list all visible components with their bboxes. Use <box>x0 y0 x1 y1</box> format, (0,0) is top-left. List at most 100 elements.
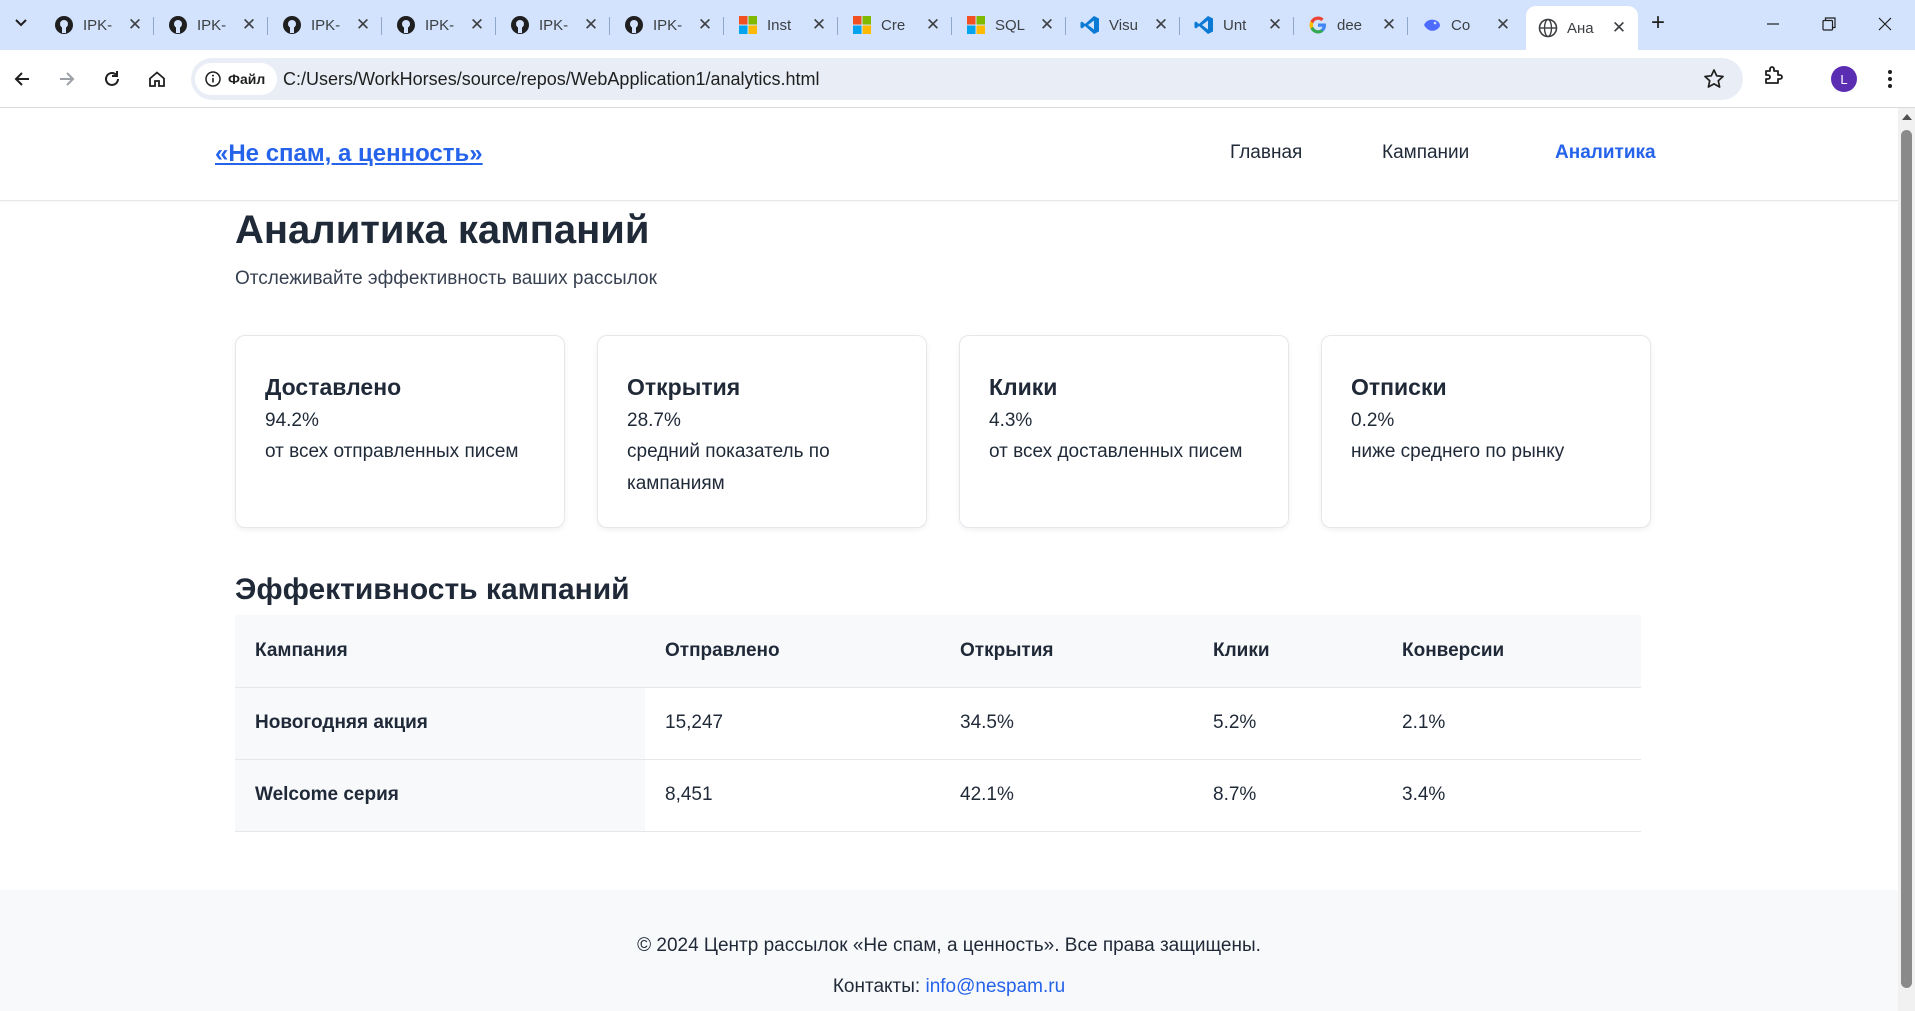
table-row: Welcome серия 8,451 42.1% 8.7% 3.4% <box>235 759 1641 832</box>
stat-card-delivered: Доставлено 94.2% от всех отправленных пи… <box>235 335 565 528</box>
campaign-performance-table: Кампания Отправлено Открытия Клики Конве… <box>235 615 1641 832</box>
stat-description: ниже среднего по рынку <box>1351 441 1565 462</box>
browser-tab[interactable]: Cre ✕ <box>840 6 952 44</box>
profile-avatar[interactable]: L <box>1831 66 1857 92</box>
conversions-cell: 2.1% <box>1382 687 1641 760</box>
close-icon[interactable]: ✕ <box>1152 15 1170 35</box>
reload-icon <box>105 71 119 86</box>
vscode-icon <box>1080 15 1100 35</box>
tab-title: IPK- <box>311 16 341 34</box>
bookmark-star-icon[interactable] <box>1703 68 1725 95</box>
close-window-button[interactable] <box>1855 6 1915 42</box>
back-button[interactable] <box>6 63 38 95</box>
menu-kebab-icon[interactable] <box>1880 65 1900 93</box>
browser-tab[interactable]: Unt ✕ <box>1182 6 1294 44</box>
site-info-chip[interactable]: Файл <box>195 63 278 95</box>
stat-label: Открытия <box>627 374 741 400</box>
site-header: «Не спам, а ценность» Главная Кампании А… <box>0 108 1898 201</box>
microsoft-icon <box>738 15 758 35</box>
nav-campaigns-link[interactable]: Кампании <box>1382 142 1469 164</box>
nav-analytics-link[interactable]: Аналитика <box>1555 142 1656 164</box>
close-icon[interactable]: ✕ <box>924 15 942 35</box>
plus-icon: + <box>1650 9 1665 36</box>
stat-description: от всех отправленных писем <box>265 441 519 462</box>
stat-label: Доставлено <box>265 374 402 400</box>
browser-tab[interactable]: IPK- ✕ <box>42 6 154 44</box>
extensions-puzzle-icon[interactable] <box>1762 63 1786 92</box>
browser-tab[interactable]: IPK- ✕ <box>384 6 496 44</box>
minimize-icon <box>1767 23 1779 25</box>
deepseek-icon <box>1422 15 1442 35</box>
close-icon[interactable]: ✕ <box>126 15 144 35</box>
browser-tab[interactable]: Inst ✕ <box>726 6 838 44</box>
close-icon[interactable]: ✕ <box>1380 15 1398 35</box>
close-icon[interactable]: ✕ <box>810 15 828 35</box>
stat-description: от всех доставленных писем <box>989 441 1243 462</box>
browser-toolbar: Файл C:/Users/WorkHorses/source/repos/We… <box>0 50 1915 108</box>
restore-button[interactable] <box>1799 6 1859 42</box>
url-text[interactable]: C:/Users/WorkHorses/source/repos/WebAppl… <box>283 69 820 90</box>
close-icon[interactable]: ✕ <box>240 15 258 35</box>
browser-tab[interactable]: dee ✕ <box>1296 6 1408 44</box>
contact-email-link[interactable]: info@nespam.ru <box>925 976 1065 997</box>
close-icon[interactable]: ✕ <box>468 15 486 35</box>
site-logo-link[interactable]: «Не спам, а ценность» <box>215 140 483 168</box>
close-icon[interactable]: ✕ <box>582 15 600 35</box>
reload-button[interactable] <box>96 63 128 95</box>
scrollbar-thumb[interactable] <box>1901 130 1912 988</box>
browser-tab[interactable]: IPK- ✕ <box>270 6 382 44</box>
table-row: Новогодняя акция 15,247 34.5% 5.2% 2.1% <box>235 687 1641 760</box>
browser-tab[interactable]: IPK- ✕ <box>156 6 268 44</box>
new-tab-button[interactable]: + <box>1644 10 1672 38</box>
home-button[interactable] <box>141 63 173 95</box>
tab-title: IPK- <box>653 16 683 34</box>
forward-button[interactable] <box>51 63 83 95</box>
tab-title: IPK- <box>83 16 113 34</box>
browser-tab[interactable]: Visu ✕ <box>1068 6 1180 44</box>
github-icon <box>168 15 188 35</box>
tab-title: Unt <box>1223 16 1247 34</box>
browser-tab[interactable]: SQL ✕ <box>954 6 1066 44</box>
github-icon <box>282 15 302 35</box>
page-title: Аналитика кампаний <box>235 208 650 252</box>
address-bar[interactable]: Файл C:/Users/WorkHorses/source/repos/We… <box>191 58 1743 100</box>
close-icon[interactable]: ✕ <box>354 15 372 35</box>
stat-label: Клики <box>989 374 1058 400</box>
browser-tab[interactable]: IPK- ✕ <box>498 6 610 44</box>
stat-value: 94.2% <box>265 410 319 431</box>
table-header-row: Кампания Отправлено Открытия Клики Конве… <box>235 615 1641 688</box>
close-icon[interactable]: ✕ <box>696 15 714 35</box>
tab-title: Ана <box>1567 19 1594 37</box>
page-scrollbar[interactable] <box>1898 108 1915 1011</box>
close-icon[interactable]: ✕ <box>1610 18 1628 38</box>
scroll-up-arrow-icon[interactable] <box>1902 114 1912 120</box>
github-icon <box>54 15 74 35</box>
browser-tab-strip: IPK- ✕ IPK- ✕ IPK- ✕ IPK- ✕ IPK- ✕ IPK- … <box>0 0 1915 50</box>
info-icon <box>205 71 221 87</box>
vscode-icon <box>1194 15 1214 35</box>
page-viewport: «Не спам, а ценность» Главная Кампании А… <box>0 108 1898 1011</box>
stat-card-clicks: Клики 4.3% от всех доставленных писем <box>959 335 1289 528</box>
tab-title: Co <box>1451 16 1471 34</box>
minimize-button[interactable] <box>1743 6 1803 42</box>
conversions-cell: 3.4% <box>1382 759 1641 832</box>
microsoft-icon <box>966 15 986 35</box>
close-icon[interactable]: ✕ <box>1266 15 1284 35</box>
column-header-conversions: Конверсии <box>1382 615 1641 688</box>
campaign-name-cell: Welcome серия <box>235 759 645 832</box>
microsoft-icon <box>852 15 872 35</box>
nav-home-link[interactable]: Главная <box>1230 142 1302 164</box>
stat-description: средний показатель по кампаниям <box>627 441 830 494</box>
browser-tab[interactable]: Co ✕ <box>1410 6 1522 44</box>
column-header-campaign: Кампания <box>235 615 645 688</box>
browser-tab-active[interactable]: Ана ✕ <box>1526 6 1638 50</box>
stat-card-unsubscribes: Отписки 0.2% ниже среднего по рынку <box>1321 335 1651 528</box>
browser-tab[interactable]: IPK- ✕ <box>612 6 724 44</box>
opens-cell: 42.1% <box>940 759 1193 832</box>
sent-cell: 8,451 <box>645 759 940 832</box>
close-icon[interactable]: ✕ <box>1038 15 1056 35</box>
column-header-opens: Открытия <box>940 615 1193 688</box>
tab-search-button[interactable] <box>8 10 34 36</box>
chevron-down-icon <box>15 19 27 27</box>
close-icon[interactable]: ✕ <box>1494 15 1512 35</box>
